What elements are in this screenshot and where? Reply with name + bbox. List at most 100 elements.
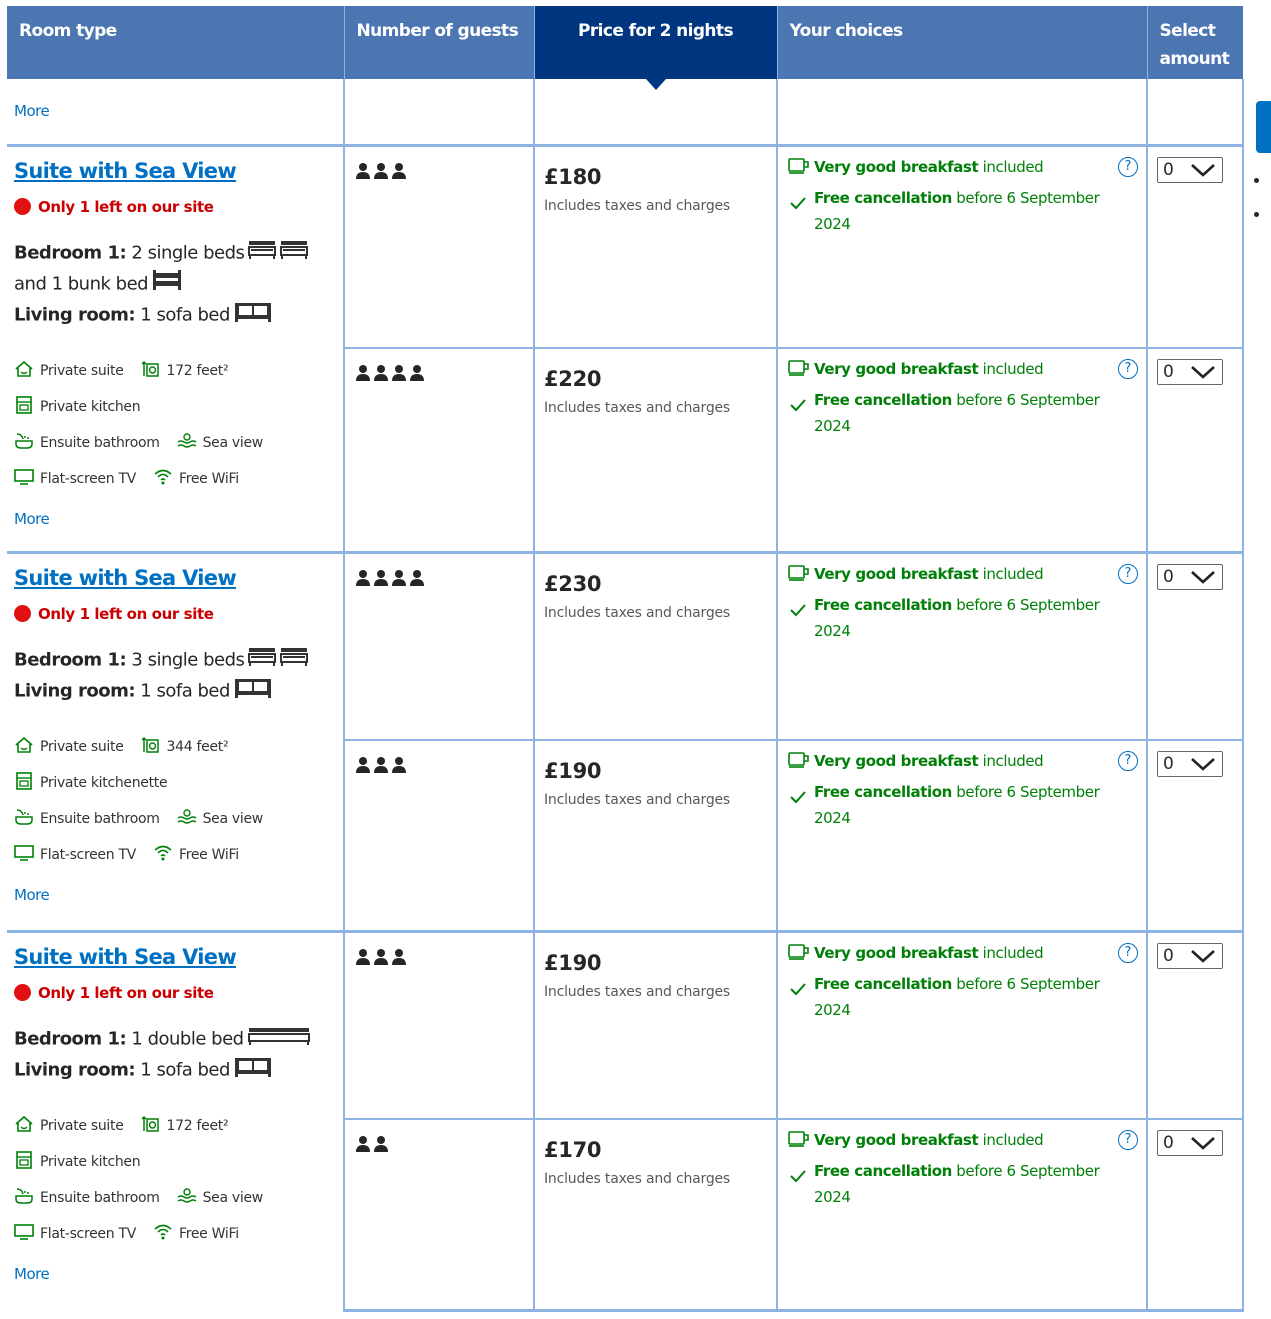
price-amount: £170: [544, 1138, 602, 1162]
facility-label: Ensuite bathroom: [40, 810, 160, 827]
empty-cell: [533, 79, 778, 145]
single-bed-icon: [280, 238, 309, 269]
room-amount-select[interactable]: 0: [1157, 156, 1223, 183]
checkmark-icon: [790, 982, 806, 995]
bed-description: and 1 bunk bed: [14, 273, 149, 294]
room-offer-row: Suite with Sea View Only 1 left on our si…: [7, 143, 1244, 552]
room-title-link[interactable]: Suite with Sea View: [14, 159, 237, 183]
breakfast-included: Very good breakfast included: [788, 1131, 1116, 1151]
facility-label: Sea view: [202, 810, 264, 827]
room-more-link[interactable]: More: [14, 510, 50, 528]
guest-person-icons: [355, 948, 533, 966]
facility-sea-view: Sea view: [177, 1187, 263, 1209]
bath-icon: [14, 432, 40, 454]
coffee-cup-icon: [788, 157, 809, 174]
tv-icon: [14, 468, 40, 490]
room-amount-select[interactable]: 0: [1157, 942, 1223, 969]
facility-size: 172 feet²: [141, 1115, 229, 1137]
select-cell: 0: [1146, 739, 1244, 931]
help-question-icon[interactable]: ?: [1118, 156, 1138, 177]
room-size-icon: [141, 360, 167, 382]
choices-cell: ? Very good breakfast included Free cancel…: [776, 347, 1148, 552]
price-cell: £220 Includes taxes and charges: [533, 347, 778, 552]
facility-wifi: Free WiFi: [153, 468, 239, 490]
help-question-icon[interactable]: ?: [1118, 1130, 1138, 1150]
breakfast-included: Very good breakfast included: [788, 565, 1116, 585]
room-amount-select[interactable]: 0: [1157, 563, 1223, 590]
room-title-link[interactable]: Suite with Sea View: [14, 945, 237, 969]
price-amount: £180: [544, 164, 602, 189]
help-question-icon[interactable]: ?: [1118, 942, 1138, 963]
breakfast-suffix: included: [978, 360, 1044, 378]
coffee-cup-icon: [788, 943, 809, 960]
header-select-amount[interactable]: Select amount: [1147, 6, 1243, 79]
breakfast-suffix: included: [978, 564, 1044, 583]
checkmark-icon: [790, 603, 806, 616]
facility-label: Free WiFi: [178, 1225, 239, 1242]
bed-description: 1 sofa bed: [135, 304, 230, 325]
kitchen-icon: [14, 771, 40, 794]
red-dot-icon: [14, 984, 31, 1001]
facility-bathroom: Ensuite bathroom: [14, 432, 160, 454]
guests-cell: [343, 929, 535, 1119]
taxes-note: Includes taxes and charges: [544, 604, 731, 621]
guest-person-icons: [355, 1135, 533, 1153]
cancellation-label: Free cancellation: [814, 783, 952, 801]
facility-label: Ensuite bathroom: [40, 1189, 160, 1206]
room-more-link[interactable]: More: [14, 1265, 50, 1283]
facilities-list: Private suite 344 feet² Private kitchenett…: [14, 729, 343, 873]
header-choices[interactable]: Your choices: [777, 6, 1148, 79]
facility-label: 344 feet²: [166, 738, 229, 755]
side-scroll-button[interactable]: [1256, 101, 1271, 153]
bed-line: Bedroom 1: 2 single beds: [14, 238, 343, 269]
price-amount: £190: [544, 759, 602, 783]
bed-description: 2 single beds: [126, 242, 245, 263]
facility-sea-view: Sea view: [177, 808, 263, 830]
help-question-icon[interactable]: ?: [1118, 751, 1138, 771]
help-question-icon[interactable]: ?: [1118, 563, 1138, 584]
free-cancellation: Free cancellation before 6 September 202…: [788, 783, 1116, 831]
chevron-down-icon: [1191, 758, 1215, 771]
chevron-down-icon: [1191, 949, 1215, 963]
taxes-note: Includes taxes and charges: [544, 983, 731, 1000]
chevron-down-icon: [1191, 570, 1215, 584]
facility-kitchen: Private kitchen: [14, 395, 141, 418]
breakfast-label: Very good breakfast: [814, 360, 979, 378]
house-icon: [14, 736, 40, 758]
bed-room-label: Bedroom 1:: [14, 1028, 127, 1049]
cancellation-label: Free cancellation: [814, 1162, 952, 1180]
sofa-bed-icon: [234, 1055, 272, 1086]
room-amount-select[interactable]: 0: [1157, 1130, 1223, 1156]
select-cell: 0: [1146, 1118, 1244, 1312]
bed-description: 1 sofa bed: [135, 680, 230, 701]
facility-label: Free WiFi: [178, 470, 239, 487]
free-cancellation: Free cancellation before 6 September 202…: [788, 391, 1116, 439]
breakfast-suffix: included: [978, 943, 1044, 962]
help-question-icon[interactable]: ?: [1118, 359, 1138, 379]
guests-cell: [343, 347, 535, 552]
room-amount-select[interactable]: 0: [1157, 359, 1223, 385]
wifi-icon: [153, 844, 179, 866]
tv-icon: [14, 1223, 40, 1245]
top-more-link[interactable]: More: [14, 102, 50, 120]
header-guests[interactable]: Number of guests: [344, 6, 535, 79]
facility-label: Private kitchenette: [40, 774, 168, 791]
guest-person-icons: [355, 756, 533, 774]
facilities-list: Private suite 172 feet² Private kitchen Ens…: [14, 353, 343, 497]
facility-private-suite: Private suite: [14, 736, 124, 758]
room-amount-select[interactable]: 0: [1157, 751, 1223, 777]
room-more-link[interactable]: More: [14, 886, 50, 904]
side-bullet: [1254, 178, 1259, 183]
header-price[interactable]: Price for 2 nights: [534, 6, 778, 90]
coffee-cup-icon: [788, 360, 809, 376]
facility-size: 172 feet²: [141, 360, 229, 382]
facilities-list: Private suite 172 feet² Private kitchen Ens…: [14, 1108, 343, 1252]
price-cell: £170 Includes taxes and charges: [533, 1118, 778, 1312]
coffee-cup-icon: [788, 752, 809, 768]
header-room-type[interactable]: Room type: [7, 6, 345, 79]
rooms-body: More Suite with Sea View Only 1 left on o…: [7, 79, 1244, 1312]
coffee-cup-icon: [788, 564, 809, 581]
room-title-link[interactable]: Suite with Sea View: [14, 566, 237, 590]
room-offer-row: Suite with Sea View Only 1 left on our si…: [7, 550, 1244, 931]
sea-view-icon: [177, 1187, 203, 1209]
